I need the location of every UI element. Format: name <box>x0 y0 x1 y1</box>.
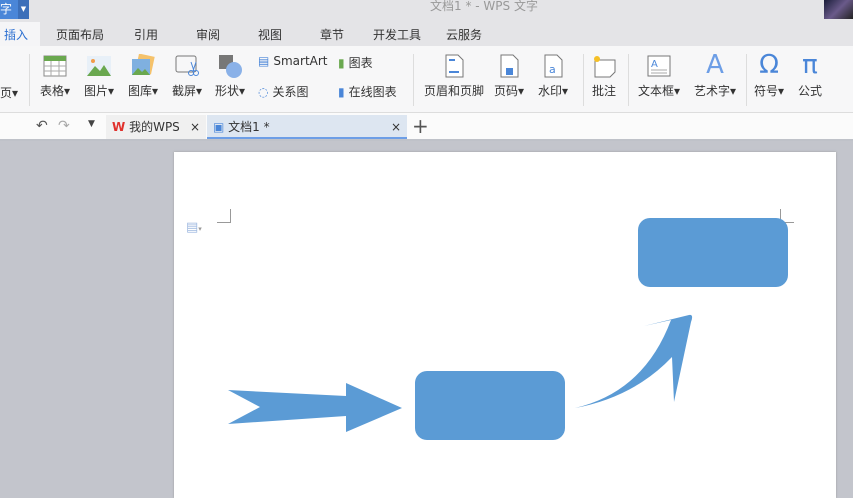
wordart-button[interactable]: A 艺术字▾ <box>694 50 736 99</box>
picture-icon <box>87 56 112 76</box>
smartart-icon: ▤ <box>258 54 270 68</box>
wps-logo-icon: W <box>112 120 126 134</box>
shapes-icon <box>219 55 243 78</box>
chart-label: 图表 <box>348 56 373 70</box>
comment-label: 批注 <box>592 84 617 98</box>
picture-button[interactable]: 图片▾ <box>84 54 114 99</box>
wordart-icon: A <box>706 50 724 80</box>
undo-icon[interactable]: ↶ <box>36 118 48 134</box>
formula-label: 公式 <box>798 84 823 98</box>
shape-button[interactable]: 形状▾ <box>215 54 245 99</box>
avatar[interactable] <box>824 0 853 19</box>
relation-button[interactable]: ◌ 关系图 <box>258 83 309 100</box>
wordart-label: 艺术字 <box>694 84 731 98</box>
tab-my-wps[interactable]: W 我的WPS × <box>106 115 206 139</box>
page-number-button[interactable]: 页码▾ <box>494 54 524 99</box>
chevron-down-icon[interactable]: ▼ <box>18 0 29 19</box>
app-button-label: 字 <box>0 2 13 16</box>
page-number-label: 页码 <box>494 84 519 98</box>
online-chart-label: 在线图表 <box>348 85 397 99</box>
watermark-label: 水印 <box>538 84 563 98</box>
shape-label: 形状 <box>215 84 240 98</box>
quick-access-dropdown-icon[interactable]: ▼ <box>88 119 95 129</box>
relation-label: 关系图 <box>272 85 309 99</box>
tab-document1[interactable]: ▣ 文档1 * × <box>207 115 407 139</box>
new-tab-plus-icon[interactable]: + <box>412 114 429 138</box>
redo-icon[interactable]: ↷ <box>58 118 70 134</box>
gallery-icon <box>132 54 155 75</box>
watermark-logo: ⌂ 系统之家 <box>690 446 802 471</box>
tab-cloud[interactable]: 云服务 <box>446 22 482 46</box>
table-label: 表格 <box>40 84 65 98</box>
watermark-button[interactable]: a 水印▾ <box>538 54 568 99</box>
textbox-label: 文本框 <box>638 84 675 98</box>
chart-button[interactable]: ▮ 图表 <box>338 54 373 71</box>
window-title: 文档1 * - WPS 文字 <box>430 0 538 13</box>
page-number-icon <box>500 54 519 78</box>
page-label: 页 <box>0 86 13 100</box>
tab-developer[interactable]: 开发工具 <box>373 22 421 46</box>
document-tab-bar: ↶ ↷ ▼ W 我的WPS × ▣ 文档1 * × + <box>0 113 853 141</box>
gallery-button[interactable]: 图库▾ <box>128 54 158 99</box>
comment-icon <box>594 56 616 78</box>
symbol-button[interactable]: Ω 符号▾ <box>754 50 784 99</box>
document-icon: ▣ <box>213 120 225 134</box>
gallery-label: 图库 <box>128 84 153 98</box>
page-button[interactable]: 页▾ <box>0 84 18 101</box>
screenshot-button[interactable]: 截屏▾ <box>172 54 202 99</box>
online-chart-icon: ▮ <box>338 84 345 99</box>
smartart-label: SmartArt <box>273 54 328 68</box>
pi-icon: π <box>802 50 818 80</box>
screenshot-label: 截屏 <box>172 84 197 98</box>
rounded-rectangle-2[interactable] <box>638 218 788 287</box>
curved-up-arrow[interactable] <box>575 314 693 408</box>
online-chart-button[interactable]: ▮ 在线图表 <box>338 83 397 100</box>
tab-page-layout[interactable]: 页面布局 <box>56 22 104 46</box>
header-footer-button[interactable]: 页眉和页脚 <box>424 54 484 99</box>
tab-view[interactable]: 视图 <box>258 22 282 46</box>
symbol-label: 符号 <box>754 84 779 98</box>
table-icon <box>43 55 67 77</box>
chart-icon: ▮ <box>338 55 345 70</box>
menu-bar: 插入 页面布局 引用 审阅 视图 章节 开发工具 云服务 <box>0 22 853 46</box>
svg-text:a: a <box>549 63 556 76</box>
app-menu-button[interactable]: 字 ▼ <box>0 0 29 19</box>
textbox-button[interactable]: A 文本框▾ <box>638 54 680 99</box>
omega-icon: Ω <box>759 50 779 80</box>
comment-button[interactable]: 批注 <box>592 54 616 99</box>
ribbon: 页▾ 表格▾ 图片▾ 图库▾ 截屏▾ 形状▾ ▤ SmartArt ◌ 关系图 ▮ 图… <box>0 46 853 113</box>
notched-right-arrow[interactable] <box>228 383 402 432</box>
textbox-icon: A <box>647 55 671 77</box>
tab-label: 文档1 * <box>228 120 270 134</box>
scissors-icon <box>175 55 200 76</box>
rounded-rectangle-1[interactable] <box>415 371 565 440</box>
close-icon[interactable]: × <box>190 115 200 139</box>
close-icon[interactable]: × <box>391 115 401 139</box>
watermark-icon: a <box>544 54 563 78</box>
header-footer-label: 页眉和页脚 <box>424 84 485 98</box>
tab-chapter[interactable]: 章节 <box>320 22 344 46</box>
tab-references[interactable]: 引用 <box>134 22 158 46</box>
picture-label: 图片 <box>84 84 109 98</box>
tab-label: 我的WPS <box>129 120 180 134</box>
relation-icon: ◌ <box>258 84 269 99</box>
svg-text:A: A <box>651 59 658 70</box>
header-footer-icon <box>445 54 464 78</box>
tab-review[interactable]: 审阅 <box>196 22 220 46</box>
formula-button[interactable]: π 公式 <box>798 50 822 99</box>
title-bar: 字 ▼ 文档1 * - WPS 文字 <box>0 0 853 22</box>
tab-insert[interactable]: 插入 <box>0 22 41 46</box>
table-button[interactable]: 表格▾ <box>40 54 70 99</box>
smartart-button[interactable]: ▤ SmartArt <box>258 54 328 68</box>
